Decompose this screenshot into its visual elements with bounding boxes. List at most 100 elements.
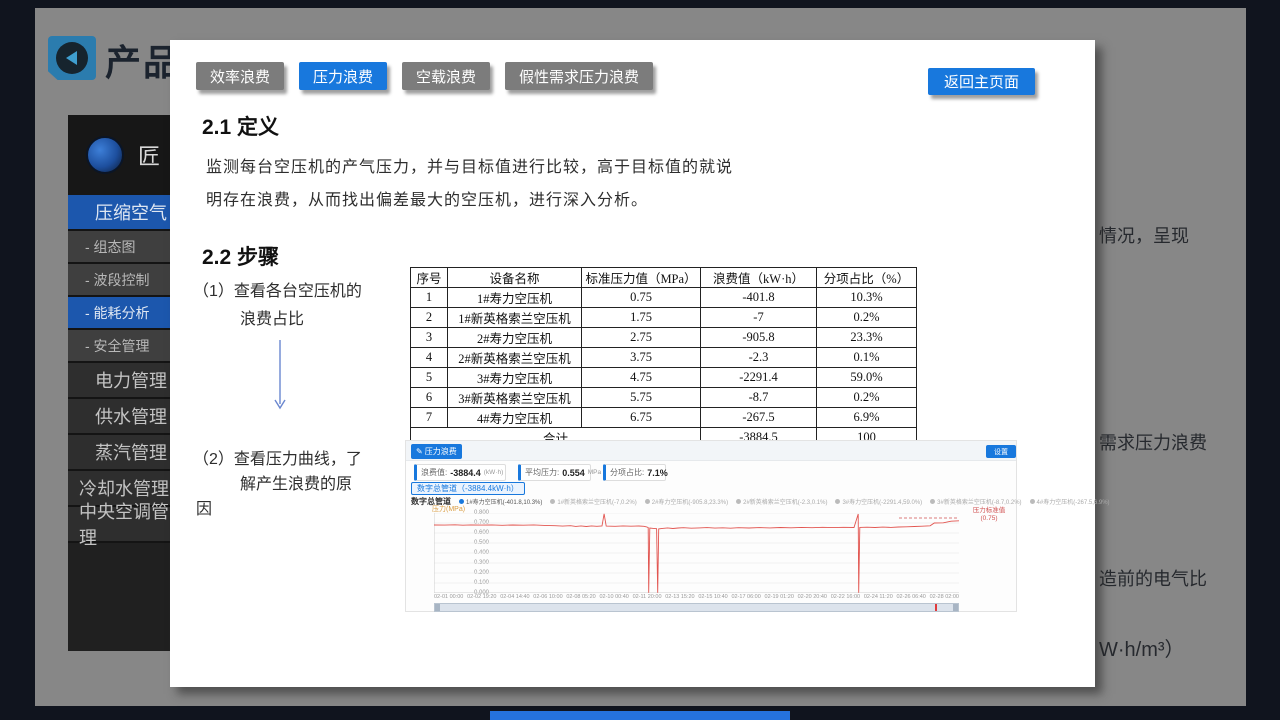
chart-legend: 数字总管道 1#寿力空压机(-401.8,10.3%) 1#新英格索兰空压机(-… bbox=[411, 497, 1013, 506]
scrollbar-handle-right bbox=[953, 604, 958, 611]
sidebar-header: 匠 bbox=[68, 115, 172, 195]
sidebar-item-config-diagram[interactable]: - 组态图 bbox=[68, 231, 172, 264]
cell-name: 4#寿力空压机 bbox=[448, 408, 582, 428]
col-header-no: 序号 bbox=[411, 268, 448, 288]
x-tick-label: 02-28 02:00 bbox=[930, 594, 959, 600]
sidebar-item-safety-mgmt[interactable]: - 安全管理 bbox=[68, 330, 172, 363]
table-row: 74#寿力空压机6.75-267.56.9% bbox=[411, 408, 917, 428]
sidebar-item-steam-mgmt[interactable]: 蒸汽管理 bbox=[68, 435, 172, 471]
waste-detail-panel: 效率浪费 压力浪费 空载浪费 假性需求压力浪费 返回主页面 2.1 定义 监测每… bbox=[170, 40, 1095, 687]
waste-table: 序号 设备名称 标准压力值（MPa） 浪费值（kW·h） 分项占比（%） 11#… bbox=[410, 267, 917, 448]
scrollbar-event-mark bbox=[935, 604, 937, 611]
cell-no: 3 bbox=[411, 328, 448, 348]
legend-dot-icon bbox=[835, 499, 840, 504]
x-tick-label: 02-20 20:40 bbox=[798, 594, 827, 600]
cell-name: 2#新英格索兰空压机 bbox=[448, 348, 582, 368]
cell-no: 6 bbox=[411, 388, 448, 408]
definition-line-1: 监测每台空压机的产气压力，并与目标值进行比较，高于目标值的就说 bbox=[206, 153, 733, 177]
x-tick-label: 02-19 01:20 bbox=[765, 594, 794, 600]
cell-waste: -8.7 bbox=[701, 388, 817, 408]
pressure-line-chart bbox=[434, 513, 959, 593]
cell-name: 3#新英格索兰空压机 bbox=[448, 388, 582, 408]
table-row: 32#寿力空压机2.75-905.823.3% bbox=[411, 328, 917, 348]
x-tick-label: 02-11 20:00 bbox=[633, 594, 662, 600]
cell-pressure: 1.75 bbox=[582, 308, 701, 328]
table-row: 42#新英格索兰空压机3.75-2.30.1% bbox=[411, 348, 917, 368]
sidebar-item-power-mgmt[interactable]: 电力管理 bbox=[68, 363, 172, 399]
tab-noload-waste[interactable]: 空载浪费 bbox=[402, 62, 490, 90]
cell-waste: -905.8 bbox=[701, 328, 817, 348]
col-header-name: 设备名称 bbox=[448, 268, 582, 288]
x-tick-label: 02-01 00:00 bbox=[434, 594, 463, 600]
cell-pct: 0.1% bbox=[817, 348, 917, 368]
stat-unit: (kW·h) bbox=[484, 469, 504, 476]
standard-value-annotation: 压力标准值 (0.75) bbox=[962, 507, 1016, 524]
sidebar-item-compressed-air[interactable]: 压缩空气 bbox=[68, 195, 172, 231]
stat-value: 7.1% bbox=[647, 468, 668, 478]
table-row: 21#新英格索兰空压机1.75-70.2% bbox=[411, 308, 917, 328]
sidebar-item-energy-analysis[interactable]: - 能耗分析 bbox=[68, 297, 172, 330]
step-2-line-3: 因 bbox=[196, 495, 212, 519]
cell-no: 4 bbox=[411, 348, 448, 368]
stat-value: 0.554 bbox=[562, 468, 585, 478]
sidebar-item-band-control[interactable]: - 波段控制 bbox=[68, 264, 172, 297]
screenshot-settings-button: 设置 bbox=[986, 445, 1016, 458]
table-row: 53#寿力空压机4.75-2291.459.0% bbox=[411, 368, 917, 388]
cell-waste: -401.8 bbox=[701, 288, 817, 308]
legend-dot-icon bbox=[736, 499, 741, 504]
cell-waste: -2.3 bbox=[701, 348, 817, 368]
cell-waste: -267.5 bbox=[701, 408, 817, 428]
cell-pressure: 2.75 bbox=[582, 328, 701, 348]
cell-pressure: 4.75 bbox=[582, 368, 701, 388]
cell-waste: -7 bbox=[701, 308, 817, 328]
sidebar: 匠 压缩空气 - 组态图 - 波段控制 - 能耗分析 - 安全管理 电力管理 供… bbox=[68, 115, 172, 645]
sidebar-item-central-ac-mgmt[interactable]: 中央空调管理 bbox=[68, 507, 172, 543]
legend-dot-icon bbox=[930, 499, 935, 504]
cell-no: 7 bbox=[411, 408, 448, 428]
x-tick-label: 02-04 14:40 bbox=[500, 594, 529, 600]
stat-label: 分项占比: bbox=[610, 467, 644, 478]
app-root: 产品 匠 压缩空气 - 组态图 - 波段控制 - 能耗分析 - 安全管理 电力管… bbox=[0, 0, 1280, 720]
x-tick-label: 02-10 00:40 bbox=[599, 594, 628, 600]
tab-pressure-waste[interactable]: 压力浪费 bbox=[299, 62, 387, 90]
cell-pressure: 5.75 bbox=[582, 388, 701, 408]
cell-name: 1#新英格索兰空压机 bbox=[448, 308, 582, 328]
cell-pressure: 6.75 bbox=[582, 408, 701, 428]
cutoff-text-1: 情况，呈现 bbox=[1099, 222, 1189, 248]
sidebar-logo-text: 匠 bbox=[138, 139, 160, 171]
return-home-button[interactable]: 返回主页面 bbox=[928, 68, 1035, 95]
cell-no: 5 bbox=[411, 368, 448, 388]
stat-sub-pct: 分项占比: 7.1% bbox=[603, 464, 666, 481]
pipe-total-chip: 数字总管道（-3884.4kW·h） bbox=[411, 482, 525, 495]
steps-heading: 2.2 步骤 bbox=[202, 241, 279, 271]
col-header-waste: 浪费值（kW·h） bbox=[701, 268, 817, 288]
cell-name: 2#寿力空压机 bbox=[448, 328, 582, 348]
cell-pct: 23.3% bbox=[817, 328, 917, 348]
cell-pressure: 0.75 bbox=[582, 288, 701, 308]
stat-label: 浪费值: bbox=[421, 467, 447, 478]
pressure-curve-screenshot: ✎ 压力浪费 设置 浪费值: -3884.4 (kW·h) 平均压力: 0.55… bbox=[405, 440, 1017, 612]
cell-pct: 59.0% bbox=[817, 368, 917, 388]
tab-efficiency-waste[interactable]: 效率浪费 bbox=[196, 62, 284, 90]
cell-no: 1 bbox=[411, 288, 448, 308]
x-tick-label: 02-17 06:00 bbox=[731, 594, 760, 600]
legend-dot-icon bbox=[550, 499, 555, 504]
cell-name: 1#寿力空压机 bbox=[448, 288, 582, 308]
x-tick-label: 02-06 10:00 bbox=[533, 594, 562, 600]
stat-label: 平均压力: bbox=[525, 467, 559, 478]
cell-no: 2 bbox=[411, 308, 448, 328]
screenshot-tab-label: 压力浪费 bbox=[425, 446, 457, 457]
tab-false-demand-pressure-waste[interactable]: 假性需求压力浪费 bbox=[505, 62, 653, 90]
legend-item: 3#寿力空压机(-2291.4,59.0%) bbox=[835, 497, 922, 506]
sidebar-item-water-mgmt[interactable]: 供水管理 bbox=[68, 399, 172, 435]
legend-item: 4#寿力空压机(-267.5,6.9%) bbox=[1030, 497, 1110, 506]
sidebar-logo-icon bbox=[86, 136, 124, 174]
x-tick-label: 02-22 16:00 bbox=[831, 594, 860, 600]
cell-pct: 6.9% bbox=[817, 408, 917, 428]
cell-name: 3#寿力空压机 bbox=[448, 368, 582, 388]
chart-scrollbar bbox=[434, 603, 959, 612]
step-1-line-2: 浪费占比 bbox=[240, 305, 304, 329]
back-button[interactable] bbox=[48, 36, 96, 80]
step-2-line-1: （2）查看压力曲线，了 bbox=[193, 445, 362, 469]
legend-item: 2#寿力空压机(-905.8,23.3%) bbox=[645, 497, 728, 506]
